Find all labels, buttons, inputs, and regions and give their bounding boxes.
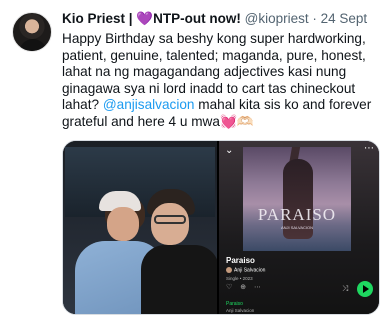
purple-heart-icon: 💜	[136, 11, 154, 26]
mention-link[interactable]: @anjisalvacion	[103, 97, 195, 112]
photo-person2-face	[151, 203, 189, 245]
pink-heart-icon: 💓	[219, 113, 237, 129]
play-icon	[357, 281, 373, 297]
photo-person2-shirt	[141, 245, 217, 314]
release-meta: Single • 2023	[226, 276, 253, 281]
song-title: Paraiso	[226, 256, 255, 265]
separator-dot: ·	[312, 11, 317, 26]
tweet-text: Happy Birthday sa beshy kong super hardw…	[62, 31, 378, 130]
spotify-screenshot[interactable]: ⌄ ⋯ ⓐ PARAISO ANJI SALVACION Paraiso Anj…	[219, 141, 379, 314]
author-avatar[interactable]	[12, 12, 52, 52]
author-name[interactable]: Kio Priest | 💜NTP-out now!	[62, 11, 241, 26]
media-grid: ⌄ ⋯ ⓐ PARAISO ANJI SALVACION Paraiso Anj…	[62, 140, 380, 315]
avatar-shoulders	[19, 39, 47, 51]
track-title: Paraiso	[226, 301, 243, 307]
artist-avatar	[226, 267, 232, 273]
artist-name: Anji Salvacion	[234, 267, 266, 274]
tweet-header: Kio Priest | 💜NTP-out now! @kiopriest · …	[62, 11, 376, 29]
chevron-down-icon: ⌄	[225, 145, 234, 156]
photo-glasses	[154, 215, 186, 224]
author-handle[interactable]: @kiopriest	[245, 11, 309, 26]
shuffle-icon: ⤨	[342, 284, 349, 293]
action-icons: ♡ ⊕ ⋯	[226, 284, 265, 291]
photo-person1-face	[107, 207, 139, 241]
album-cover-subtitle: ANJI SALVACION	[280, 225, 314, 230]
heart-hands-icon: 🫶🏻	[236, 113, 254, 129]
more-icon: ⋯	[364, 143, 375, 154]
artist-row: Anji Salvacion	[226, 267, 265, 275]
album-cover-title: PARAISO	[257, 205, 337, 224]
tweet-date[interactable]: 24 Sept	[321, 11, 368, 26]
track-artist: Anji Salvacion	[226, 308, 255, 313]
album-cover: ⓐ PARAISO ANJI SALVACION	[243, 147, 351, 251]
couple-photo[interactable]	[63, 141, 217, 314]
